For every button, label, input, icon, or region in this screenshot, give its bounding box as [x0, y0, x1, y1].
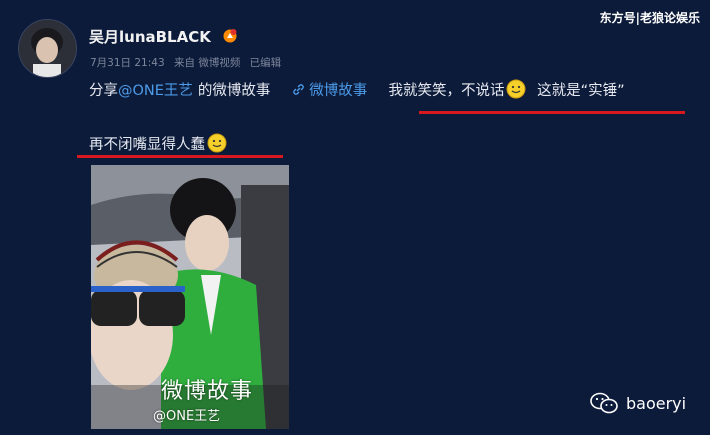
red-underline-2 [77, 155, 283, 158]
bottom-watermark: baoeryi [590, 392, 686, 414]
post-text-line-1: 分享@ONE王艺 的微博故事 微博故事 我就笑笑，不说话 这就是“实锤” [89, 79, 625, 100]
post-date[interactable]: 7月31日 21:43 [90, 57, 165, 69]
smile-emoji-icon [207, 133, 227, 153]
post-text-2: 这就是“实锤” [537, 83, 625, 99]
post-edited[interactable]: 已编辑 [250, 57, 282, 69]
video-handle: @ONE王艺 [153, 409, 221, 424]
red-underline-1 [419, 111, 685, 114]
link-icon [292, 84, 304, 95]
author-name-text: 吴月lunaBLACK [89, 28, 211, 46]
share-prefix: 分享 [89, 83, 118, 99]
share-suffix: 的微博故事 [197, 83, 271, 99]
story-link-text: 微博故事 [309, 83, 368, 99]
post-text-3: 再不闭嘴显得人蠢 [89, 137, 205, 153]
bottom-watermark-text: baoeryi [626, 393, 687, 413]
wechat-icon [590, 392, 618, 414]
badge-icon [223, 29, 237, 43]
author-name[interactable]: 吴月lunaBLACK [89, 26, 238, 47]
post-text-1: 我就笑笑，不说话 [388, 83, 505, 99]
post-meta: 7月31日 21:43 来自 微博视频 已编辑 [90, 55, 287, 70]
avatar[interactable] [18, 19, 77, 78]
video-thumbnail[interactable]: 微博故事 @ONE王艺 [91, 165, 289, 429]
avatar-image [19, 20, 76, 77]
top-watermark: 东方号|老狼论娱乐 [599, 11, 700, 25]
mention-link[interactable]: @ONE王艺 [118, 83, 193, 99]
post-text-line-2: 再不闭嘴显得人蠢 [89, 133, 229, 154]
video-caption: 微博故事 [161, 379, 254, 404]
smile-emoji-icon [506, 79, 526, 99]
post-source[interactable]: 来自 微博视频 [174, 57, 240, 69]
story-link[interactable]: 微博故事 [292, 83, 372, 99]
